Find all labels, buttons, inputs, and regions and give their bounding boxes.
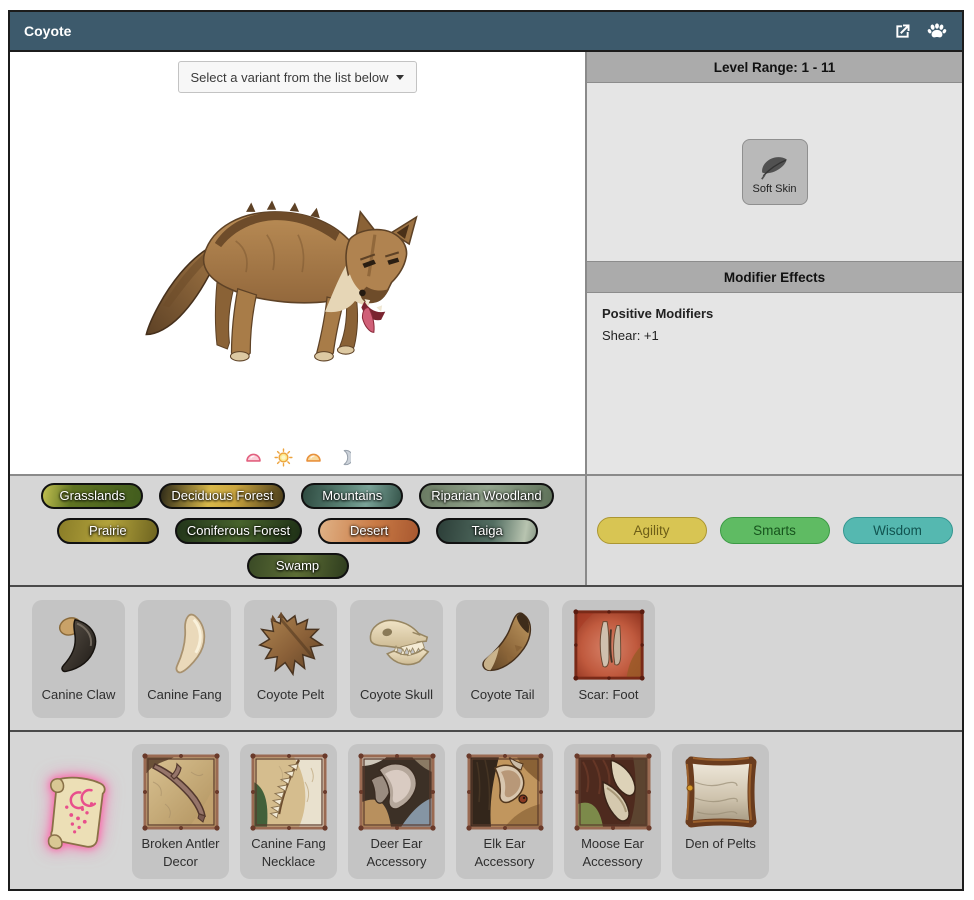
decor-canine-fang-necklace[interactable]: Canine Fang Necklace — [240, 744, 337, 879]
stat-wisdom[interactable]: Wisdom — [843, 517, 953, 544]
carcass-items-row: Canine Claw Canine Fang Coyote Pelt Coyo… — [10, 587, 962, 732]
moose-ear-icon — [573, 752, 653, 832]
item-canine-fang[interactable]: Canine Fang — [138, 600, 231, 718]
deer-ear-icon — [357, 752, 437, 832]
item-coyote-tail[interactable]: Coyote Tail — [456, 600, 549, 718]
info-panel: Level Range: 1 - 11 Soft Skin Modifier E… — [587, 52, 962, 474]
item-coyote-pelt[interactable]: Coyote Pelt — [244, 600, 337, 718]
coyote-pelt-icon — [251, 605, 331, 685]
time-of-day-row — [10, 448, 585, 467]
den-of-pelts-icon — [681, 752, 761, 832]
skins-body: Soft Skin — [587, 83, 962, 261]
title-bar-actions — [892, 20, 948, 42]
soft-skin-item[interactable]: Soft Skin — [742, 139, 808, 205]
animal-panel: Select a variant from the list below — [10, 52, 587, 474]
biome-coniferous-forest[interactable]: Coniferous Forest — [175, 518, 302, 544]
canine-fang-icon — [145, 605, 225, 685]
caret-down-icon — [396, 75, 404, 80]
stat-smarts[interactable]: Smarts — [720, 517, 830, 544]
coyote-image — [142, 189, 454, 381]
sun-icon — [274, 448, 293, 467]
main-row: Select a variant from the list below — [10, 52, 962, 476]
modifier-line: Shear: +1 — [602, 328, 947, 343]
biome-taiga[interactable]: Taiga — [436, 518, 538, 544]
recipe-scroll-icon[interactable] — [35, 760, 121, 870]
biome-mountains[interactable]: Mountains — [301, 483, 403, 509]
moon-icon — [334, 449, 351, 466]
stat-agility[interactable]: Agility — [597, 517, 707, 544]
canine-claw-icon — [39, 605, 119, 685]
variant-select-label: Select a variant from the list below — [191, 70, 389, 85]
biome-swamp[interactable]: Swamp — [247, 553, 349, 579]
biome-deciduous-forest[interactable]: Deciduous Forest — [159, 483, 285, 509]
biome-desert[interactable]: Desert — [318, 518, 420, 544]
decor-cards: Broken Antler Decor Canine Fang Necklace… — [132, 744, 769, 879]
external-link-icon[interactable] — [892, 21, 913, 42]
decor-den-of-pelts[interactable]: Den of Pelts — [672, 744, 769, 879]
item-coyote-skull[interactable]: Coyote Skull — [350, 600, 443, 718]
modifier-effects-header: Modifier Effects — [587, 261, 962, 293]
sunrise-icon — [244, 448, 263, 467]
coyote-tail-icon — [463, 605, 543, 685]
modifier-effects-body: Positive Modifiers Shear: +1 — [587, 293, 962, 474]
page-title: Coyote — [24, 23, 71, 39]
biome-stats-row: Grasslands Deciduous Forest Mountains Ripar… — [10, 476, 962, 587]
broken-antler-icon — [141, 752, 221, 832]
decor-moose-ear-accessory[interactable]: Moose Ear Accessory — [564, 744, 661, 879]
positive-modifiers-heading: Positive Modifiers — [602, 306, 947, 321]
biome-grasslands[interactable]: Grasslands — [41, 483, 143, 509]
item-canine-claw[interactable]: Canine Claw — [32, 600, 125, 718]
title-bar: Coyote — [10, 12, 962, 52]
decor-broken-antler[interactable]: Broken Antler Decor — [132, 744, 229, 879]
item-scar-foot[interactable]: Scar: Foot — [562, 600, 655, 718]
stat-list: Agility Smarts Wisdom — [587, 476, 962, 585]
scar-foot-icon — [569, 605, 649, 685]
level-range-header: Level Range: 1 - 11 — [587, 52, 962, 83]
decor-items-row: Broken Antler Decor Canine Fang Necklace… — [10, 732, 962, 889]
paw-icon[interactable] — [926, 20, 948, 42]
biome-prairie[interactable]: Prairie — [57, 518, 159, 544]
decor-deer-ear-accessory[interactable]: Deer Ear Accessory — [348, 744, 445, 879]
sunset-icon — [304, 448, 323, 467]
variant-select[interactable]: Select a variant from the list below — [178, 61, 418, 93]
decor-elk-ear-accessory[interactable]: Elk Ear Accessory — [456, 744, 553, 879]
elk-ear-icon — [465, 752, 545, 832]
feather-icon — [759, 150, 791, 182]
coyote-skull-icon — [357, 605, 437, 685]
coyote-page: Coyote Select a variant from the list be… — [8, 10, 964, 891]
biome-riparian-woodland[interactable]: Riparian Woodland — [419, 483, 553, 509]
biome-list: Grasslands Deciduous Forest Mountains Ripar… — [10, 476, 587, 585]
modifier-lines: Shear: +1 — [602, 328, 947, 343]
fang-necklace-icon — [249, 752, 329, 832]
